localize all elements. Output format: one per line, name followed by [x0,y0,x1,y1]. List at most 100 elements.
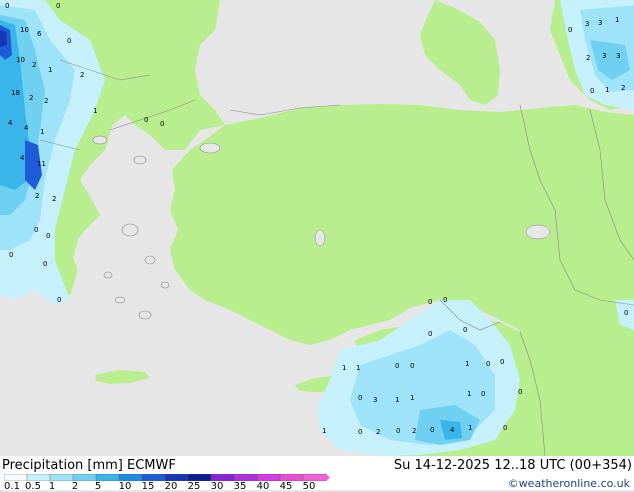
precip-value-label: 0 [395,362,399,370]
precip-value-label: 2 [52,195,56,203]
precip-value-label: 2 [29,94,33,102]
colorbar [4,474,330,481]
precip-value-label: 1 [356,364,360,372]
precip-value-label: 0 [5,2,9,10]
precip-value-label: 0 [463,326,467,334]
precip-value-label: 0 [56,2,60,10]
precip-value-label: 3 [616,52,620,60]
precip-value-label: 0 [160,120,164,128]
valid-time: Su 14-12-2025 12..18 UTC (00+354) [393,458,632,473]
colorbar-tick-label: 15 [141,481,155,492]
precip-value-label: 0 [430,426,434,434]
colorbar-segment [26,474,51,481]
colorbar-tick-label: 10 [118,481,132,492]
colorbar-segment [4,474,28,481]
precip-value-label: 18 [11,89,20,97]
precip-value-label: 10 [16,56,25,64]
precip-value-label: 0 [428,298,432,306]
colorbar-extend-arrow [326,474,330,481]
precip-value-label: 0 [43,260,47,268]
precip-value-label: 0 [34,226,38,234]
precip-value-label: 3 [602,52,606,60]
colorbar-tick-label: 5 [94,481,102,492]
precip-value-label: 0 [46,232,50,240]
colorbar-segment [210,474,235,481]
precip-value-label: 1 [322,427,326,435]
colorbar-segment [256,474,281,481]
precip-value-label: 0 [428,330,432,338]
lake-van [525,224,551,240]
precip-value-label: 0 [486,360,490,368]
precip-value-label: 2 [376,428,380,436]
colorbar-tick-label: 45 [279,481,293,492]
precip-value-label: 0 [358,394,362,402]
colorbar-segment [233,474,258,481]
precip-value-label: 0 [518,388,522,396]
precip-value-label: 0 [358,428,362,436]
colorbar-segment [141,474,166,481]
precip-value-label: 1 [467,390,471,398]
precip-value-label: 2 [35,192,39,200]
precip-value-label: 6 [37,30,42,38]
precip-value-label: 0 [396,427,400,435]
colorbar-tick-label: 20 [164,481,178,492]
precip-value-label: 0 [67,37,71,45]
precip-value-label: 1 [395,396,399,404]
precip-value-label: 1 [615,16,619,24]
precip-value-label: 0 [503,424,507,432]
colorbar-tick-label: 0.5 [25,481,41,492]
precip-value-label: 0 [590,87,594,95]
precip-value-label: 3 [598,19,602,27]
precip-value-label: 11 [37,160,46,168]
precip-value-label: 1 [465,360,469,368]
precip-value-label: 3 [585,20,589,28]
precip-value-label: 0 [144,116,148,124]
colorbar-segment [72,474,97,481]
precip-value-label: 2 [586,54,590,62]
precip-value-label: 0 [410,362,414,370]
colorbar-tick-label: 30 [210,481,224,492]
precip-value-label: 2 [412,427,416,435]
precip-value-label: 4 [8,119,13,127]
colorbar-segment [164,474,189,481]
precip-value-label: 2 [44,97,48,105]
map-canvas: 0 010 601021182 244 14112 200000210 003 3 12 3 30 1… [0,0,634,457]
precip-value-label: 2 [32,61,36,69]
lake-tuz [314,229,326,247]
precip-value-label: 1 [93,107,97,115]
precip-value-label: 1 [410,394,414,402]
precip-value-label: 0 [500,358,504,366]
precip-value-label: 0 [481,390,485,398]
precip-value-label: 10 [20,26,29,34]
credit: ©weatheronline.co.uk [507,477,630,490]
map: 0 0 10 6 0 10 2 1 18 2 2 4 4 1 4 11 2 2 0 0 0 0 0 2 1 0 0 0 3 3 1 2 3 3 0 1… [0,0,634,457]
colorbar-tick-label: 1 [48,481,56,492]
colorbar-tick-label: 35 [233,481,247,492]
map-title: Precipitation [mm] ECMWF [2,458,176,473]
precip-value-label: 2 [621,84,625,92]
precip-value-label: 0 [9,251,13,259]
colorbar-segment [187,474,212,481]
precip-value-label: 0 [568,26,572,34]
precip-value-label: 1 [342,364,346,372]
colorbar-tick-label: 0.1 [4,481,20,492]
colorbar-tick-label: 2 [71,481,79,492]
colorbar-tick-label: 40 [256,481,270,492]
colorbar-segment [302,474,327,481]
precip-value-label: 3 [373,396,377,404]
precip-value-label: 1 [605,86,609,94]
precip-value-label: 4 [450,426,455,434]
precip-value-label: 2 [80,71,84,79]
precip-value-label: 4 [20,154,25,162]
colorbar-segment [49,474,74,481]
legend-panel: Precipitation [mm] ECMWF Su 14-12-2025 1… [0,456,634,492]
colorbar-tick-label: 25 [187,481,201,492]
precip-value-label: 1 [48,66,52,74]
precip-value-label: 0 [443,296,447,304]
colorbar-segment [95,474,120,481]
precip-value-label: 0 [57,296,61,304]
precip-value-label: 0 [624,309,628,317]
colorbar-segment [279,474,304,481]
precip-value-label: 4 [24,124,29,132]
precip-value-label: 1 [468,424,472,432]
